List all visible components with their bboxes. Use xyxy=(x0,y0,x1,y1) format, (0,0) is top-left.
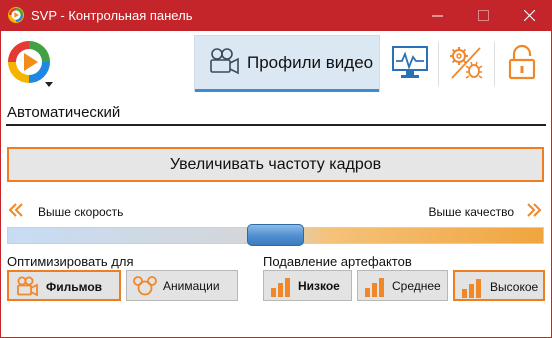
quality-label: Выше качество xyxy=(428,205,514,219)
settings-button[interactable] xyxy=(440,37,492,89)
double-chevron-right-icon[interactable] xyxy=(525,201,543,219)
mouse-ears-icon xyxy=(133,276,157,296)
close-button[interactable] xyxy=(506,0,552,31)
profile-title: Автоматический xyxy=(7,104,121,121)
optimize-group-label: Оптимизировать для xyxy=(7,254,134,269)
animation-button[interactable]: Анимации xyxy=(126,270,238,301)
artifacts-high-button[interactable]: Высокое xyxy=(453,270,545,301)
toolbar-separator xyxy=(438,42,439,86)
maximize-icon xyxy=(477,10,489,21)
unlock-icon xyxy=(508,44,536,80)
svp-logo-icon[interactable] xyxy=(5,38,57,90)
lock-button[interactable] xyxy=(496,37,548,89)
artifacts-high-label: Высокое xyxy=(490,280,539,294)
slider-thumb[interactable] xyxy=(247,224,304,246)
settings-bug-icon xyxy=(450,47,483,79)
double-chevron-left-icon[interactable] xyxy=(7,201,25,219)
window-title: SVP - Контрольная панель xyxy=(31,8,193,23)
bars-low-icon xyxy=(271,278,290,297)
tab-label: Профили видео xyxy=(247,53,374,72)
toolbar-separator xyxy=(494,42,495,86)
film-camera-icon xyxy=(17,276,38,297)
speed-label: Выше скорость xyxy=(38,205,124,219)
bars-mid-icon xyxy=(365,278,384,297)
increase-framerate-button[interactable]: Увеличивать частоту кадров xyxy=(7,147,544,182)
artifacts-medium-label: Среднее xyxy=(392,279,441,293)
artifacts-group-label: Подавление артефактов xyxy=(263,254,412,269)
tab-video-profiles[interactable]: Профили видео xyxy=(194,35,380,92)
films-button[interactable]: Фильмов xyxy=(7,270,121,301)
artifacts-medium-button[interactable]: Среднее xyxy=(357,270,448,301)
monitor-icon xyxy=(392,46,428,78)
artifacts-low-label: Низкое xyxy=(298,279,340,293)
animation-label: Анимации xyxy=(163,279,220,293)
tab-active-indicator xyxy=(195,89,379,92)
artifacts-low-button[interactable]: Низкое xyxy=(263,270,352,301)
minimize-icon xyxy=(431,15,443,17)
minimize-button[interactable] xyxy=(414,0,460,31)
maximize-button[interactable] xyxy=(460,0,506,31)
films-label: Фильмов xyxy=(46,280,103,294)
title-bar[interactable]: SVP - Контрольная панель xyxy=(0,0,552,31)
bars-high-icon xyxy=(462,279,481,298)
svp-app-icon xyxy=(8,7,24,23)
monitor-button[interactable] xyxy=(384,37,436,89)
profile-divider xyxy=(6,124,546,126)
movie-camera-icon xyxy=(210,48,239,75)
close-icon xyxy=(523,10,535,21)
